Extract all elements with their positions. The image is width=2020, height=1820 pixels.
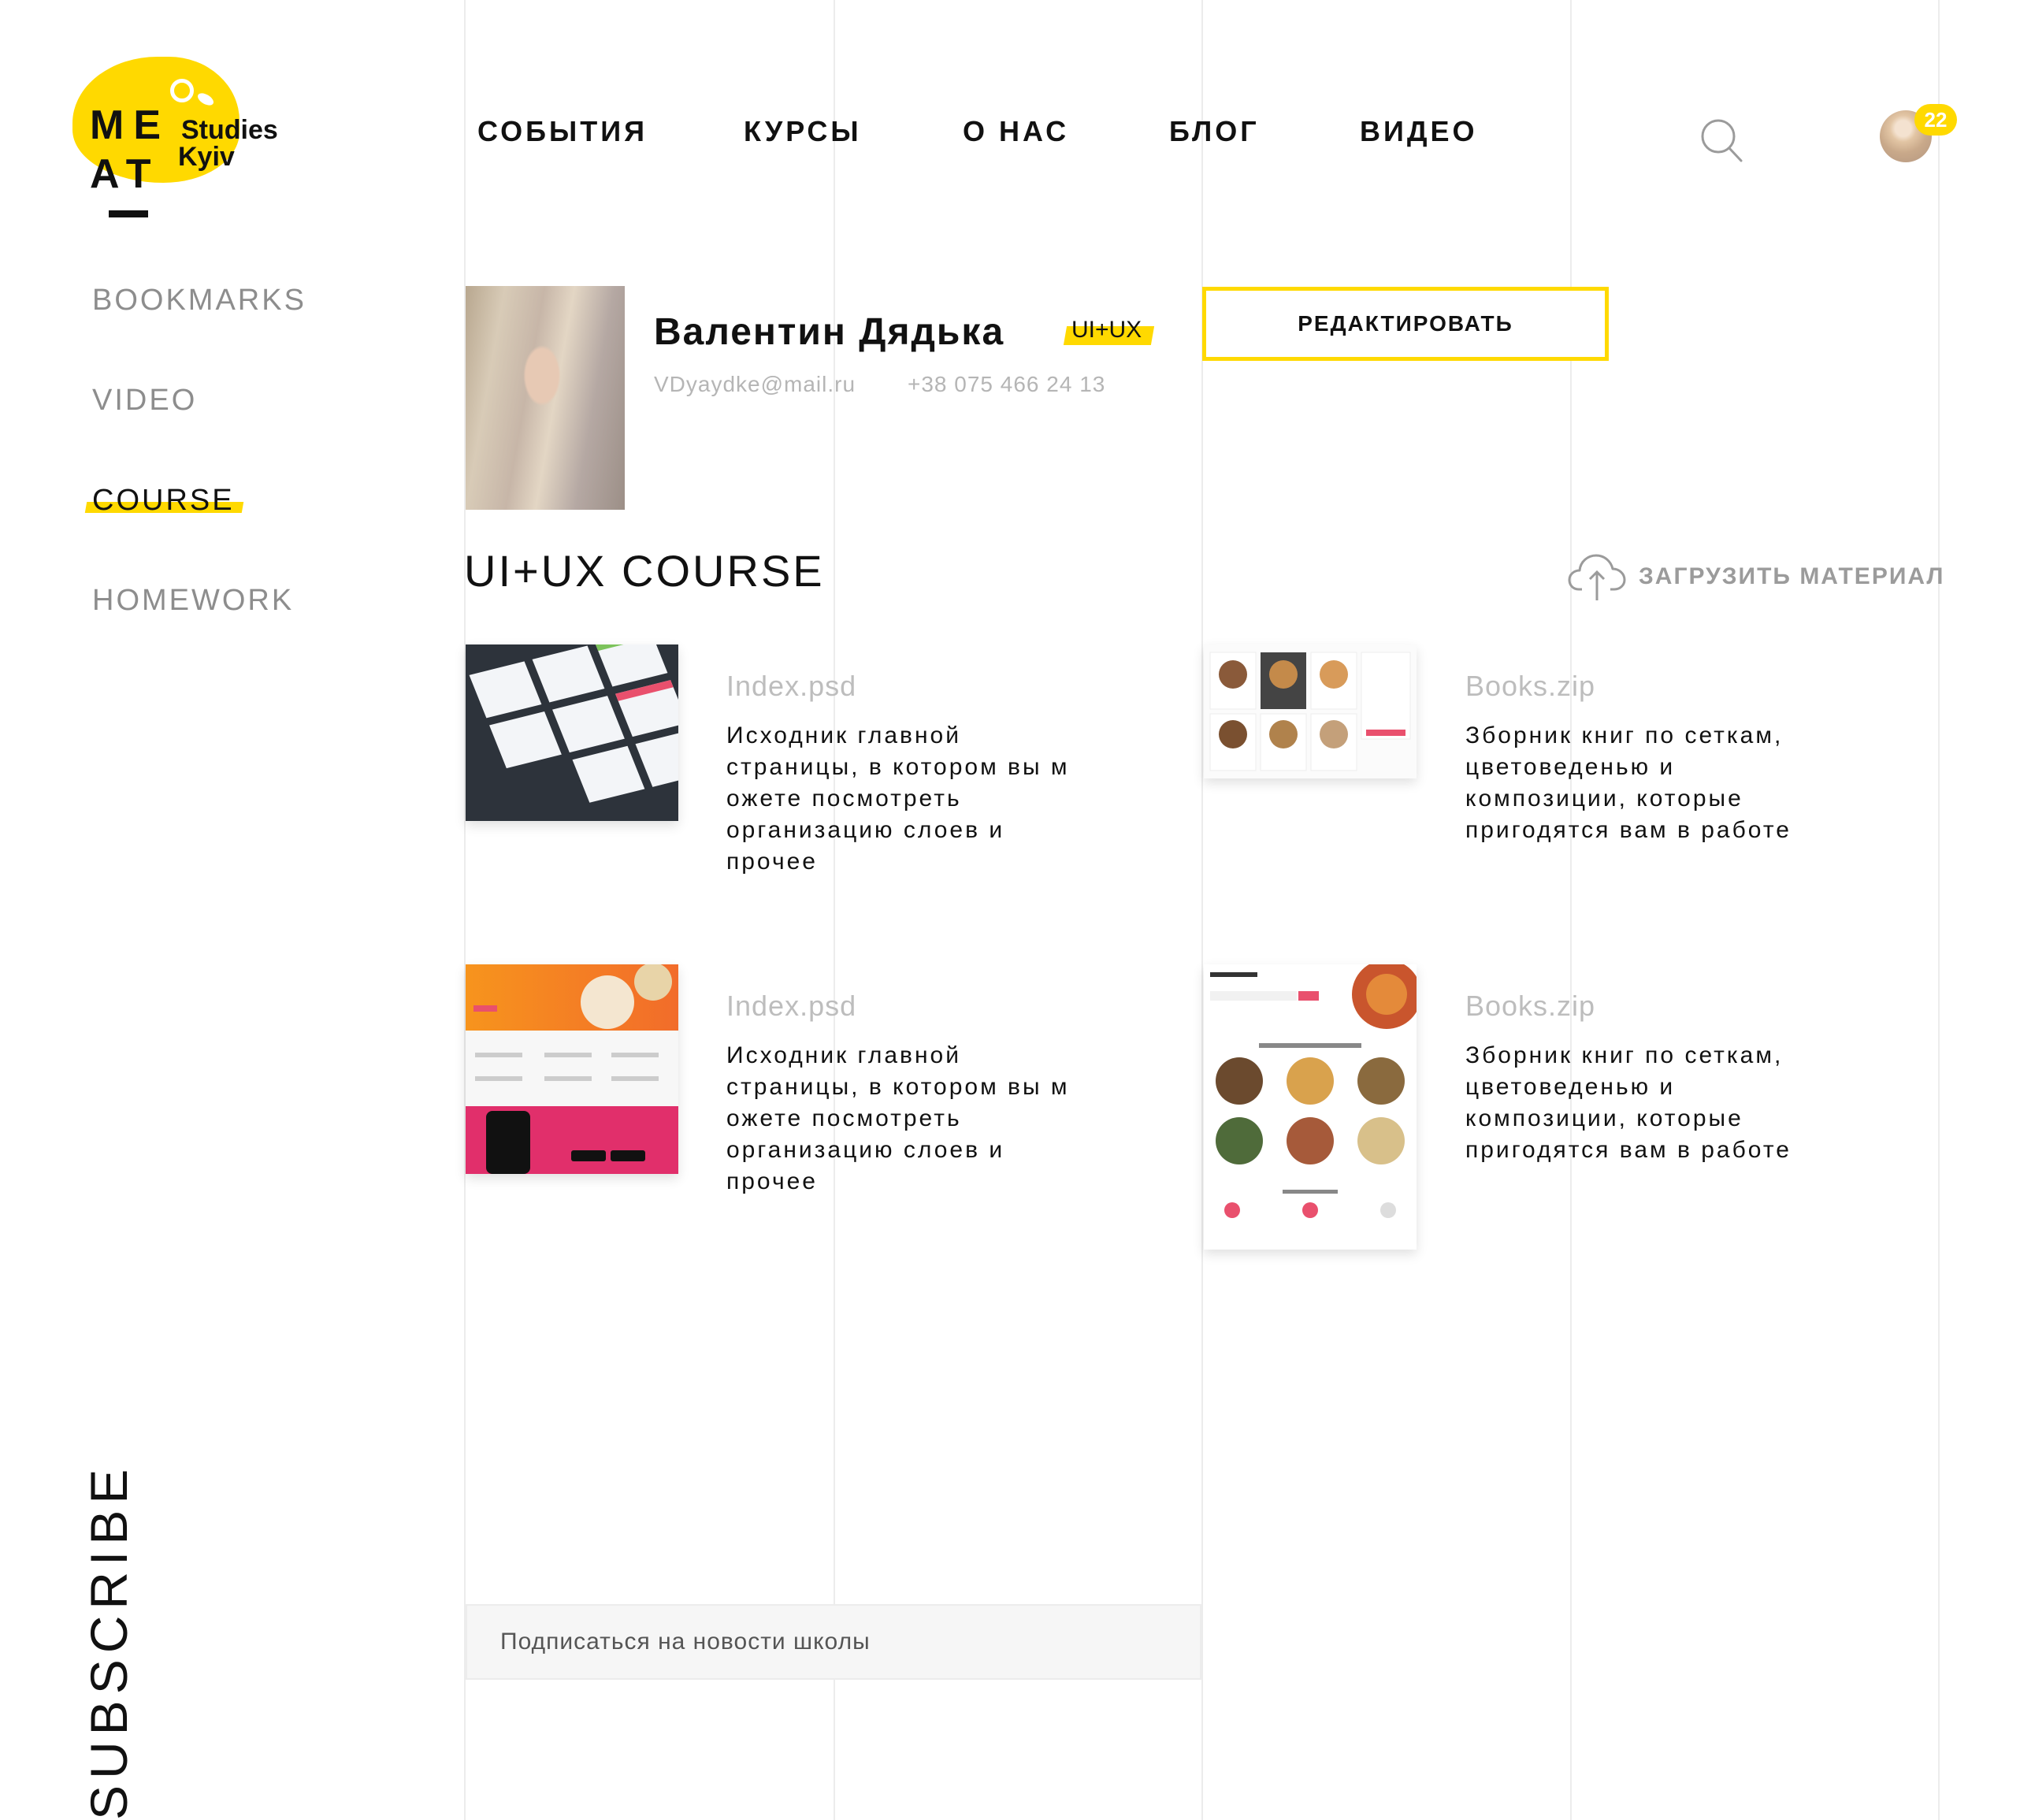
material-description: Исходник главной страницы, в котором вы … (726, 1040, 1070, 1198)
grid-line (834, 0, 835, 1820)
desc-line: ожете посмотреть (726, 786, 962, 812)
upload-label: ЗАГРУЗИТЬ МАТЕРИАЛ (1639, 563, 1945, 589)
sidebar-item-course[interactable]: COURSE (84, 484, 243, 518)
logo-city: Kyiv (178, 142, 235, 172)
sidebar-item-video[interactable]: VIDEO (92, 384, 197, 418)
desc-line: ожете посмотреть (726, 1105, 962, 1131)
logo-shine (170, 79, 194, 102)
cloud-upload-icon (1568, 554, 1626, 600)
nav-item-courses[interactable]: КУРСЫ (744, 115, 862, 148)
desc-line: Исходник главной (726, 722, 961, 748)
logo-text: Studies Kyiv (178, 115, 278, 172)
nav-item-events[interactable]: СОБЫТИЯ (477, 115, 648, 148)
desc-line: страницы, в котором вы м (726, 1074, 1070, 1100)
desc-line: пригодятся вам в работе (1465, 817, 1792, 843)
subscribe-placeholder: Подписаться на новости школы (500, 1629, 871, 1655)
grid-line (1570, 0, 1572, 1820)
subscribe-vertical-label[interactable]: SUBSCRIBE (79, 1463, 139, 1820)
desc-line: пригодятся вам в работе (1465, 1137, 1792, 1163)
profile-phone: +38 075 466 24 13 (908, 372, 1106, 396)
desc-line: цветоведенью и (1465, 1074, 1676, 1100)
thumbnail-image (466, 964, 678, 1174)
material-file-name[interactable]: Index.psd (726, 670, 856, 703)
desc-line: прочее (726, 849, 818, 875)
material-thumbnail[interactable] (1204, 964, 1417, 1250)
desc-line: прочее (726, 1168, 818, 1194)
sidebar-item-label: VIDEO (92, 384, 198, 417)
nav-item-about[interactable]: О НАС (963, 115, 1069, 148)
desc-line: Зборник книг по сеткам, (1465, 1042, 1784, 1068)
meat-studies-logo[interactable]: ME AT Studies Kyiv (72, 57, 309, 222)
notification-badge[interactable]: 22 (1914, 104, 1957, 136)
grid-line (1201, 0, 1203, 1820)
logo-letters: ME AT (90, 101, 170, 199)
sidebar-item-bookmarks[interactable]: BOOKMARKS (92, 284, 306, 318)
edit-profile-button[interactable]: РЕДАКТИРОВАТЬ (1202, 287, 1609, 361)
grid-line (1938, 0, 1940, 1820)
profile-name: Валентин Дядька (654, 311, 1005, 353)
desc-line: Зборник книг по сеткам, (1465, 722, 1784, 748)
profile-tag-label: UI+UX (1071, 317, 1142, 343)
material-description: Исходник главной страницы, в котором вы … (726, 720, 1070, 878)
sidebar-item-homework[interactable]: HOMEWORK (92, 584, 294, 618)
material-file-name[interactable]: Books.zip (1465, 990, 1595, 1023)
material-thumbnail[interactable] (1204, 644, 1417, 778)
profile-photo (466, 286, 625, 510)
subscribe-newsletter-field[interactable]: Подписаться на новости школы (466, 1604, 1201, 1680)
desc-line: цветоведенью и (1465, 754, 1676, 780)
logo-letters-line2: AT (90, 151, 161, 197)
material-file-name[interactable]: Books.zip (1465, 670, 1595, 703)
upload-material-button[interactable]: ЗАГРУЗИТЬ МАТЕРИАЛ (1568, 552, 1944, 602)
thumbnail-image (1204, 964, 1417, 1250)
grid-line (464, 0, 466, 1820)
logo-studies: Studies (181, 115, 278, 145)
logo-letters-line1: ME (90, 102, 170, 148)
desc-line: композиции, которые (1465, 786, 1743, 812)
sidebar-item-label: BOOKMARKS (92, 284, 306, 317)
desc-line: Исходник главной (726, 1042, 961, 1068)
desc-line: организацию слоев и (726, 817, 1005, 843)
material-thumbnail[interactable] (466, 644, 678, 821)
nav-item-blog[interactable]: БЛОГ (1169, 115, 1260, 148)
material-file-name[interactable]: Index.psd (726, 990, 856, 1023)
sidebar-item-label: HOMEWORK (92, 584, 295, 617)
profile-tag: UI+UX (1065, 317, 1148, 344)
logo-bar (109, 210, 148, 217)
desc-line: организацию слоев и (726, 1137, 1005, 1163)
material-thumbnail[interactable] (466, 964, 678, 1174)
nav-item-video[interactable]: ВИДЕО (1360, 115, 1478, 148)
course-title: UI+UX COURSE (464, 546, 825, 596)
desc-line: страницы, в котором вы м (726, 754, 1070, 780)
thumbnail-image (1204, 644, 1417, 778)
thumbnail-image (466, 644, 678, 821)
profile-email: VDyaydke@mail.ru (654, 372, 856, 396)
sidebar-item-label: COURSE (92, 484, 235, 517)
material-description: Зборник книг по сеткам, цветоведенью и к… (1465, 1040, 1792, 1166)
search-icon[interactable] (1699, 117, 1746, 164)
desc-line: композиции, которые (1465, 1105, 1743, 1131)
material-description: Зборник книг по сеткам, цветоведенью и к… (1465, 720, 1792, 846)
